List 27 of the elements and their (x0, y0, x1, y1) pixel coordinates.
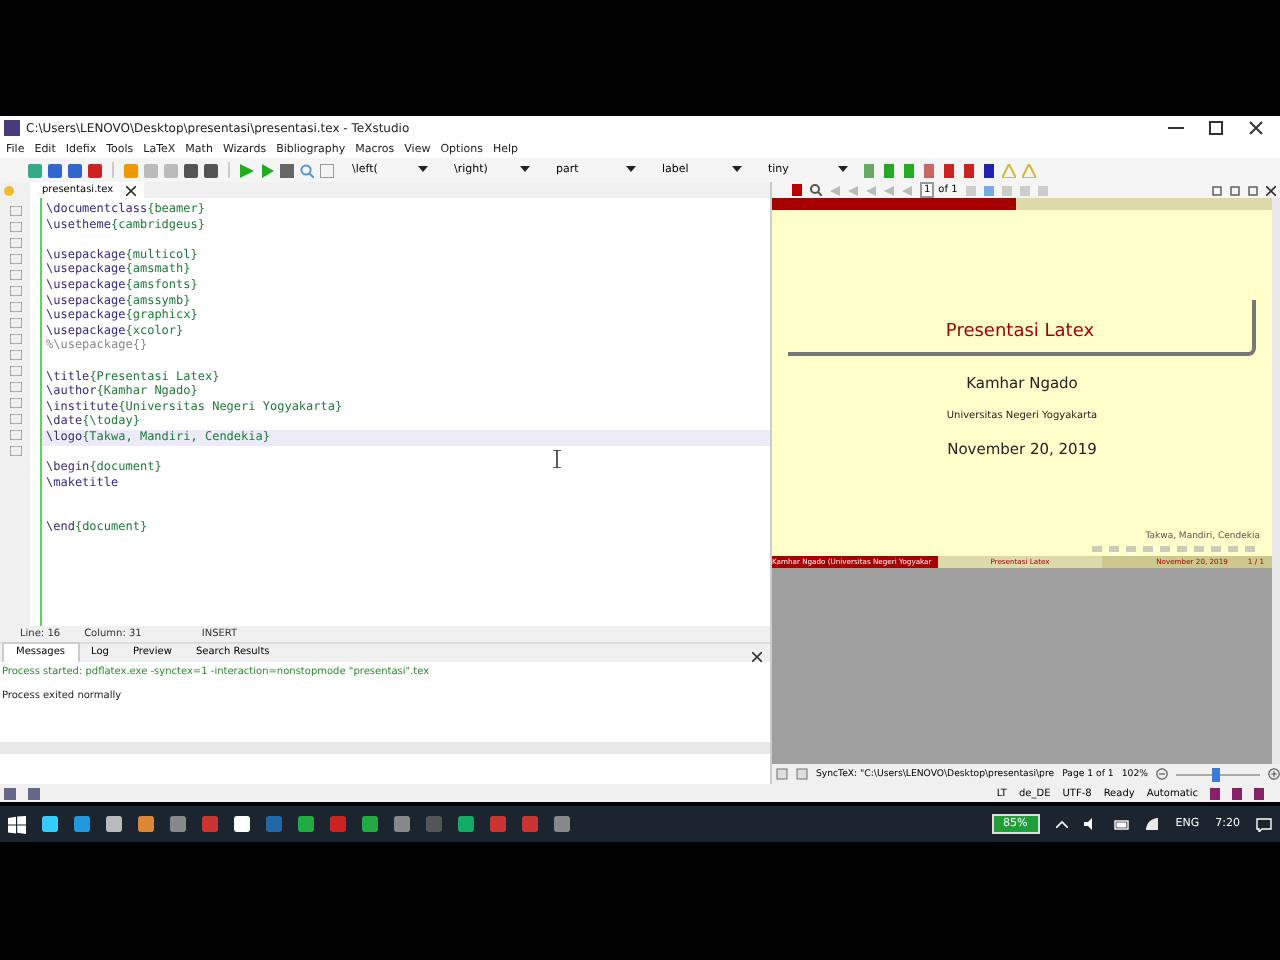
search-icon[interactable] (809, 184, 822, 196)
app-icon (4, 120, 20, 136)
start-icon[interactable] (8, 815, 26, 833)
close-icon[interactable] (125, 185, 136, 195)
zoom-slider[interactable] (1211, 767, 1220, 782)
slide-title: Presentasi Latex (945, 322, 1095, 342)
caret-icon (626, 166, 636, 174)
caret-icon (418, 166, 428, 174)
close-icon[interactable] (751, 652, 762, 662)
speaker-icon[interactable] (1083, 818, 1098, 830)
pdf-icon[interactable] (791, 184, 802, 196)
search-icon[interactable] (300, 163, 314, 177)
notification-icon[interactable] (1256, 817, 1272, 831)
maximize-icon[interactable] (1208, 120, 1224, 136)
close-icon[interactable] (1266, 185, 1276, 195)
zoom-in-icon[interactable] (1268, 768, 1280, 781)
caret-icon (520, 166, 530, 174)
close-icon[interactable] (1248, 120, 1264, 136)
wifi-icon[interactable] (1145, 818, 1160, 830)
caret-icon (732, 166, 742, 174)
slide-navigation-icon (1092, 546, 1260, 552)
stop-icon[interactable] (280, 163, 294, 177)
caret-icon (838, 166, 848, 174)
text-cursor-icon (552, 450, 562, 468)
zoom-out-icon[interactable] (1156, 768, 1168, 781)
chevron-up-icon[interactable] (1055, 820, 1068, 828)
battery-icon[interactable] (1113, 819, 1130, 829)
